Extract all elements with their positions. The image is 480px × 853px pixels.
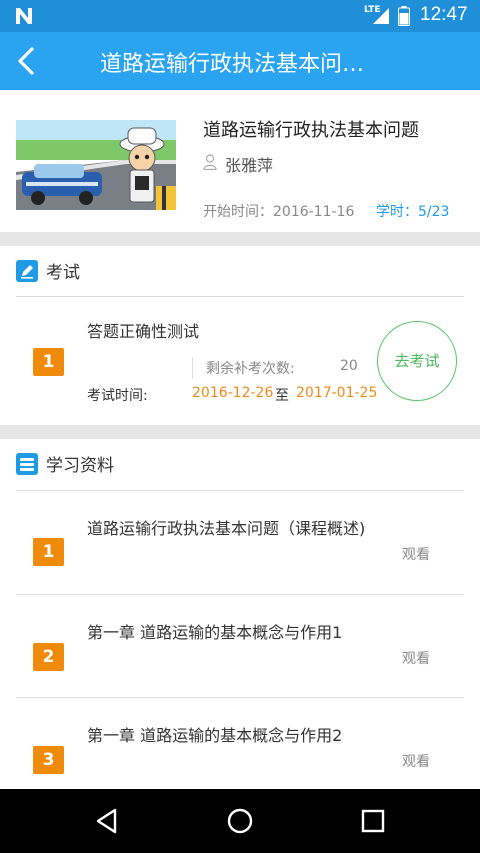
study-hours: 学时：5/23 xyxy=(376,204,450,220)
clock: 12:47 xyxy=(420,4,468,25)
book-stack-icon xyxy=(16,453,38,475)
divider xyxy=(16,594,464,595)
retake-label: 剩余补考次数: xyxy=(206,361,295,377)
system-nav-bar xyxy=(0,789,480,853)
material-index-badge: 2 xyxy=(33,643,64,671)
start-time: 开始时间：2016-11-16 xyxy=(203,204,355,220)
material-title: 道路运输行政执法基本问题（课程概述) xyxy=(87,519,366,538)
back-triangle-icon[interactable] xyxy=(93,807,121,835)
material-index-badge: 1 xyxy=(33,538,64,566)
go-exam-button[interactable]: 去考试 xyxy=(377,321,457,401)
exam-end-date: 2017-01-25 xyxy=(296,385,378,401)
section-gap xyxy=(0,425,480,439)
n-logo-icon xyxy=(16,8,32,24)
app-bar: 道路运输行政执法基本问… xyxy=(0,32,480,90)
recents-square-icon[interactable] xyxy=(359,807,387,835)
course-title: 道路运输行政执法基本问题 xyxy=(203,120,419,141)
exam-time-label: 考试时间: xyxy=(87,388,148,404)
exam-start-date: 2016-12-26 xyxy=(192,385,274,401)
home-circle-icon[interactable] xyxy=(226,807,254,835)
divider xyxy=(16,296,464,297)
watch-button[interactable]: 观看 xyxy=(402,751,430,771)
exam-name: 答题正确性测试 xyxy=(87,322,200,341)
edit-icon xyxy=(16,260,38,282)
divider xyxy=(16,490,464,491)
material-title: 第一章 道路运输的基本概念与作用2 xyxy=(87,726,343,745)
course-header: 道路运输行政执法基本问题 张雅萍 开始时间：2016-11-16 学时：5/23 xyxy=(0,90,480,232)
watch-button[interactable]: 观看 xyxy=(402,648,430,668)
person-icon xyxy=(203,154,217,170)
watch-button[interactable]: 观看 xyxy=(402,544,430,564)
exam-section-header: 考试 xyxy=(0,246,480,298)
course-thumbnail xyxy=(16,120,176,210)
materials-section-header: 学习资料 xyxy=(0,439,480,491)
divider xyxy=(16,697,464,698)
materials-section-label: 学习资料 xyxy=(46,456,114,476)
teacher-name: 张雅萍 xyxy=(225,156,274,175)
exam-index-badge: 1 xyxy=(33,348,64,376)
status-bar: LTE 12:47 xyxy=(0,0,480,32)
exam-section-label: 考试 xyxy=(46,263,80,283)
signal-icon xyxy=(373,8,389,24)
page-title: 道路运输行政执法基本问… xyxy=(100,52,365,77)
battery-icon xyxy=(398,6,410,26)
vertical-separator xyxy=(192,357,193,379)
section-gap xyxy=(0,232,480,246)
material-title: 第一章 道路运输的基本概念与作用1 xyxy=(87,623,343,642)
back-arrow-icon[interactable] xyxy=(10,44,44,78)
exam-date-separator: 至 xyxy=(275,388,289,404)
material-index-badge: 3 xyxy=(33,746,64,774)
retake-count: 20 xyxy=(340,358,358,374)
